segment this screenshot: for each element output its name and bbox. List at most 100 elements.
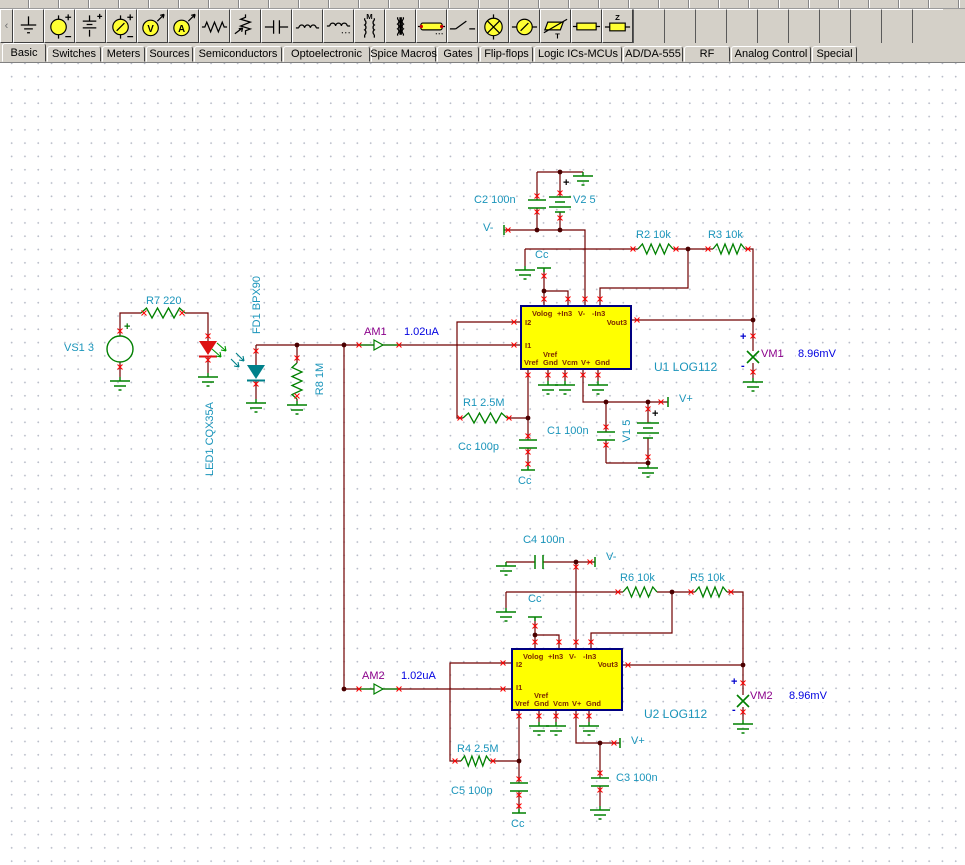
toolbar-button-switch[interactable] bbox=[447, 9, 478, 43]
capacitor-c1[interactable] bbox=[597, 431, 615, 441]
resistor-r6[interactable] bbox=[622, 585, 658, 599]
vm1-label[interactable]: VM1 bbox=[761, 348, 784, 360]
wire[interactable] bbox=[575, 711, 620, 744]
r1-label[interactable]: R1 2.5M bbox=[463, 397, 505, 409]
junction-dot[interactable] bbox=[532, 632, 538, 638]
junction-dot[interactable] bbox=[557, 227, 563, 233]
ground-symbol[interactable] bbox=[496, 562, 516, 576]
capacitor-c3[interactable] bbox=[591, 777, 609, 787]
r2-label[interactable]: R2 10k bbox=[636, 229, 671, 241]
toolbar-button-potentiometer[interactable] bbox=[230, 9, 261, 43]
am2-value[interactable]: 1.02uA bbox=[399, 670, 438, 682]
junction-dot[interactable] bbox=[603, 399, 609, 405]
v1-label[interactable]: V1 5 bbox=[621, 420, 633, 443]
led1-label[interactable]: LED1 CQX35A bbox=[204, 402, 216, 476]
junction-dot[interactable] bbox=[341, 686, 347, 692]
wire[interactable] bbox=[582, 370, 668, 403]
junction-dot[interactable] bbox=[750, 317, 756, 323]
toolbar-button-variable-inductor[interactable] bbox=[323, 9, 354, 43]
pin-mark[interactable] bbox=[179, 310, 185, 316]
pin-mark[interactable] bbox=[141, 310, 147, 316]
v2-label[interactable]: V2 5 bbox=[573, 194, 596, 206]
ground-symbol[interactable] bbox=[496, 608, 516, 622]
wire[interactable] bbox=[590, 592, 673, 648]
junction-dot[interactable] bbox=[645, 460, 651, 466]
ground-symbol[interactable] bbox=[110, 377, 130, 391]
toolbar-button-impedance[interactable]: Z bbox=[602, 9, 633, 43]
c5-label[interactable]: C5 100p bbox=[451, 785, 493, 797]
tab-sources[interactable]: Sources bbox=[146, 46, 193, 62]
tab-spice-macros[interactable]: Spice Macros bbox=[370, 46, 437, 62]
ground-symbol[interactable] bbox=[529, 722, 549, 736]
toolbar-button-transformer[interactable] bbox=[385, 9, 416, 43]
voltmeter-vm1[interactable] bbox=[746, 350, 760, 364]
u2-label[interactable]: U2 LOG112 bbox=[644, 708, 707, 720]
junction-dot[interactable] bbox=[669, 589, 675, 595]
toolbar-scroll-left-button[interactable]: ‹ bbox=[0, 9, 13, 43]
junction-dot[interactable] bbox=[294, 342, 300, 348]
cc-cap-label[interactable]: Cc 100p bbox=[458, 441, 499, 453]
toolbar-button-resistor[interactable] bbox=[199, 9, 230, 43]
vplus-tag-label[interactable]: V+ bbox=[679, 393, 693, 405]
cc-tag-label[interactable]: Cc bbox=[528, 593, 541, 605]
resistor-r7[interactable] bbox=[140, 306, 186, 320]
wire[interactable] bbox=[185, 312, 209, 341]
wire[interactable] bbox=[599, 249, 689, 305]
voltage-source-vs1[interactable] bbox=[106, 335, 134, 363]
junction-dot[interactable] bbox=[597, 740, 603, 746]
tab-optoelectronic[interactable]: Optoelectronic bbox=[283, 46, 370, 62]
r5-label[interactable]: R5 10k bbox=[690, 572, 725, 584]
ground-symbol[interactable] bbox=[198, 373, 218, 387]
tab-flip-flops[interactable]: Flip-flops bbox=[480, 46, 533, 62]
toolbar-button-coupled-inductors[interactable]: M bbox=[354, 9, 385, 43]
r7-label[interactable]: R7 220 bbox=[146, 295, 181, 307]
junction-dot[interactable] bbox=[525, 415, 531, 421]
junction-dot[interactable] bbox=[541, 288, 547, 294]
ground-symbol[interactable] bbox=[538, 381, 558, 395]
net-tag-cc[interactable] bbox=[512, 809, 526, 814]
tab-switches[interactable]: Switches bbox=[47, 46, 101, 62]
ground-symbol[interactable] bbox=[555, 381, 575, 395]
junction-dot[interactable] bbox=[685, 246, 691, 252]
vplus-tag-label[interactable]: V+ bbox=[631, 735, 645, 747]
capacitor-c2[interactable] bbox=[528, 199, 546, 209]
junction-dot[interactable] bbox=[341, 342, 347, 348]
toolbar-button-lamp[interactable] bbox=[478, 9, 509, 43]
r4-label[interactable]: R4 2.5M bbox=[457, 743, 499, 755]
toolbar-button-current-source[interactable] bbox=[106, 9, 137, 43]
wire[interactable] bbox=[535, 634, 560, 648]
tab-special[interactable]: Special bbox=[812, 46, 857, 62]
ammeter-am2[interactable] bbox=[359, 682, 399, 696]
toolbar-button-fuse[interactable] bbox=[416, 9, 447, 43]
tab-analog-control[interactable]: Analog Control bbox=[731, 46, 811, 62]
cc-tag-label[interactable]: Cc bbox=[511, 818, 524, 830]
toolbar-button-voltage-generator[interactable]: V bbox=[137, 9, 168, 43]
am2-label[interactable]: AM2 bbox=[362, 670, 385, 682]
tab-basic[interactable]: Basic bbox=[2, 43, 46, 62]
tab-meters[interactable]: Meters bbox=[102, 46, 145, 62]
resistor-r8[interactable] bbox=[290, 362, 304, 400]
wire[interactable] bbox=[544, 290, 569, 305]
r3-label[interactable]: R3 10k bbox=[708, 229, 743, 241]
ground-symbol[interactable] bbox=[515, 266, 535, 280]
vm2-value[interactable]: 8.96mV bbox=[787, 690, 829, 702]
toolbar-button-triac[interactable]: T bbox=[540, 9, 571, 43]
vs1-label[interactable]: VS1 3 bbox=[64, 342, 94, 354]
junction-dot[interactable] bbox=[645, 399, 651, 405]
toolbar-button-battery[interactable] bbox=[75, 9, 106, 43]
r8-label[interactable]: R8 1M bbox=[314, 363, 326, 395]
toolbar-button-ground[interactable] bbox=[13, 9, 44, 43]
junction-dot[interactable] bbox=[516, 758, 522, 764]
toolbar-button-motor[interactable] bbox=[509, 9, 540, 43]
junction-dot[interactable] bbox=[534, 227, 540, 233]
capacitor-c5[interactable] bbox=[510, 782, 528, 792]
am1-label[interactable]: AM1 bbox=[364, 326, 387, 338]
net-tag-cc[interactable] bbox=[528, 616, 542, 621]
pin-mark[interactable] bbox=[294, 393, 300, 399]
vm1-value[interactable]: 8.96mV bbox=[796, 348, 838, 360]
capacitor-cc100p[interactable] bbox=[519, 439, 537, 449]
ground-symbol[interactable] bbox=[579, 722, 599, 736]
voltmeter-vm2[interactable] bbox=[736, 694, 750, 708]
ground-symbol[interactable] bbox=[573, 172, 593, 186]
net-tag-cc[interactable] bbox=[537, 267, 551, 272]
